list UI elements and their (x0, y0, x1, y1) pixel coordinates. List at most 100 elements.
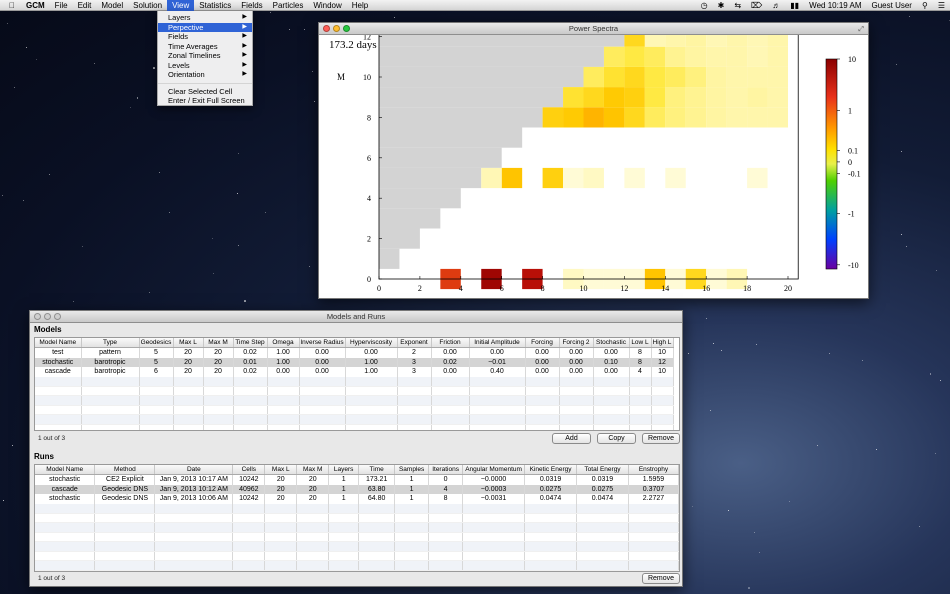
models-column-header[interactable]: Omega (267, 338, 300, 348)
app-menu[interactable]: GCM (21, 0, 50, 11)
models-column-header[interactable]: Max M (203, 338, 234, 348)
models-column-header[interactable]: Max L (173, 338, 204, 348)
copy-model-button[interactable]: Copy (597, 433, 636, 444)
models-column-header[interactable]: High L (651, 338, 674, 348)
zoom-button[interactable] (343, 25, 350, 32)
models-table-row[interactable]: cascade barotropic 6 20 20 0.02 0.00 0.00 1.00 3 0… (35, 367, 674, 377)
models-column-header[interactable]: Stochastic (593, 338, 630, 348)
runs-table-row[interactable]: stochastic Geodesic DNS Jan 9, 2013 10:06 … (35, 494, 679, 504)
remove-model-button[interactable]: Remove (642, 433, 680, 444)
models-table-row[interactable]: test pattern 5 20 20 0.02 1.00 0.00 0.00 2 0.00 0.0… (35, 347, 674, 358)
x-tick-label: 0 (377, 284, 381, 293)
star (862, 359, 864, 361)
runs-table-cell (628, 513, 679, 523)
runs-column-header[interactable]: Method (94, 465, 156, 475)
wifi-icon[interactable]: ⌦ (746, 0, 767, 11)
star (706, 317, 707, 319)
heatmap-cell (747, 87, 768, 108)
runs-column-header[interactable]: Model Name (35, 465, 96, 475)
star (82, 245, 83, 247)
timemachine-icon[interactable]: ◷ (696, 0, 713, 11)
runs-column-header[interactable]: Total Energy (576, 465, 629, 475)
runs-column-header[interactable]: Max L (264, 465, 298, 475)
runs-column-header[interactable]: Kinetic Energy (524, 465, 578, 475)
menu-file[interactable]: File (50, 0, 73, 11)
menu-particles[interactable]: Particles (268, 0, 309, 11)
models-column-header[interactable]: Time Step (233, 338, 268, 348)
models-runs-titlebar[interactable]: Models and Runs (30, 311, 682, 323)
menu-item-time-averages[interactable]: Time Averages ▶ (158, 42, 252, 52)
models-table-cell (559, 414, 594, 425)
power-spectrum-heatmap[interactable]: 0246810121416182002468101214161820LM1010… (319, 35, 868, 298)
add-model-button[interactable]: Add (552, 433, 591, 444)
menu-fields[interactable]: Fields (236, 0, 267, 11)
menu-statistics[interactable]: Statistics (194, 0, 236, 11)
models-column-header[interactable]: Geodesics (139, 338, 174, 348)
runs-column-header[interactable]: Samples (394, 465, 430, 475)
menu-item-layers[interactable]: Layers ▶ (158, 13, 252, 23)
apple-menu-icon[interactable]:  (0, 0, 21, 11)
menu-solution[interactable]: Solution (128, 0, 167, 11)
menu-help[interactable]: Help (347, 0, 373, 11)
runs-column-header[interactable]: Enstrophy (628, 465, 679, 475)
runs-column-header[interactable]: Time (358, 465, 396, 475)
models-column-header[interactable]: Forcing 2 (559, 338, 594, 348)
models-column-header[interactable]: Friction (431, 338, 470, 348)
menu-item-clear-selected-cell[interactable]: Clear Selected Cell (158, 87, 252, 97)
runs-column-header[interactable]: Iterations (428, 465, 464, 475)
menu-edit[interactable]: Edit (73, 0, 97, 11)
runs-table-row[interactable]: stochastic CE2 Explicit Jan 9, 2013 10:17 … (35, 474, 679, 485)
volume-icon[interactable]: ♬ (767, 0, 785, 11)
models-column-header[interactable]: Type (81, 338, 140, 348)
menu-item-fields[interactable]: Fields ▶ (158, 32, 252, 42)
menu-item-levels[interactable]: Levels ▶ (158, 61, 252, 71)
models-column-header[interactable]: Inverse Radius (299, 338, 346, 348)
runs-table-cell (154, 503, 234, 514)
runs-column-header[interactable]: Cells (232, 465, 266, 475)
models-column-header[interactable]: Forcing (525, 338, 560, 348)
models-table-cell (35, 424, 82, 430)
spotlight-icon[interactable]: ⚲ (917, 0, 933, 11)
menu-item-zonal-timelines[interactable]: Zonal Timelines ▶ (158, 51, 252, 61)
heatmap-cell (767, 107, 788, 128)
minimize-button[interactable] (44, 313, 51, 320)
runs-table-cell (296, 541, 330, 552)
models-column-header[interactable]: Initial Amplitude (469, 338, 526, 348)
close-button[interactable] (34, 313, 41, 320)
models-column-header[interactable]: Model Name (35, 338, 82, 348)
power-spectra-titlebar[interactable]: Power Spectra ⤢ (319, 23, 868, 35)
runs-column-header[interactable]: Layers (328, 465, 360, 475)
models-table-row[interactable]: stochastic barotropic 5 20 20 0.01 1.00 0.00 1.0… (35, 357, 674, 367)
models-table-cell (81, 395, 140, 406)
minimize-button[interactable] (333, 25, 340, 32)
runs-column-header[interactable]: Angular Momentum (462, 465, 526, 475)
menu-window[interactable]: Window (308, 0, 346, 11)
battery-icon[interactable]: ▮▮ (785, 0, 804, 11)
models-column-header[interactable]: Exponent (397, 338, 432, 348)
models-column-header[interactable]: Low L (629, 338, 652, 348)
close-button[interactable] (323, 25, 330, 32)
menubar-user[interactable]: Guest User (867, 0, 917, 11)
bluetooth-icon[interactable]: ✱ (713, 0, 730, 11)
runs-table[interactable]: Model Name Method Date Cells Max L Max M Layer… (34, 464, 680, 572)
menubar-clock[interactable]: Wed 10:19 AM (804, 0, 866, 11)
heatmap-cell (767, 66, 788, 88)
models-column-header[interactable]: Hyperviscosity (345, 338, 398, 348)
menu-model[interactable]: Model (96, 0, 128, 11)
menu-view[interactable]: View (167, 0, 195, 11)
notification-center-icon[interactable]: ☰ (933, 0, 950, 11)
runs-table-cell (576, 551, 629, 561)
menu-item-full-screen[interactable]: Enter / Exit Full Screen (158, 96, 252, 106)
network-icon[interactable]: ⇆ (729, 0, 746, 11)
zoom-button[interactable] (54, 313, 61, 320)
models-table[interactable]: Model Name Type Geodesics Max L Max M Time St… (34, 337, 680, 431)
runs-column-header[interactable]: Date (154, 465, 234, 475)
remove-run-button[interactable]: Remove (642, 573, 680, 584)
star (212, 273, 214, 275)
window-title: Power Spectra (568, 24, 619, 33)
menu-item-orientation[interactable]: Orientation ▶ (158, 70, 252, 80)
runs-column-header[interactable]: Max M (296, 465, 330, 475)
menu-item-perpective[interactable]: Perpective ▶ (158, 22, 252, 32)
heatmap-cell (685, 107, 707, 128)
runs-table-row[interactable]: cascade Geodesic DNS Jan 9, 2013 10:12 AM 4… (35, 484, 679, 494)
